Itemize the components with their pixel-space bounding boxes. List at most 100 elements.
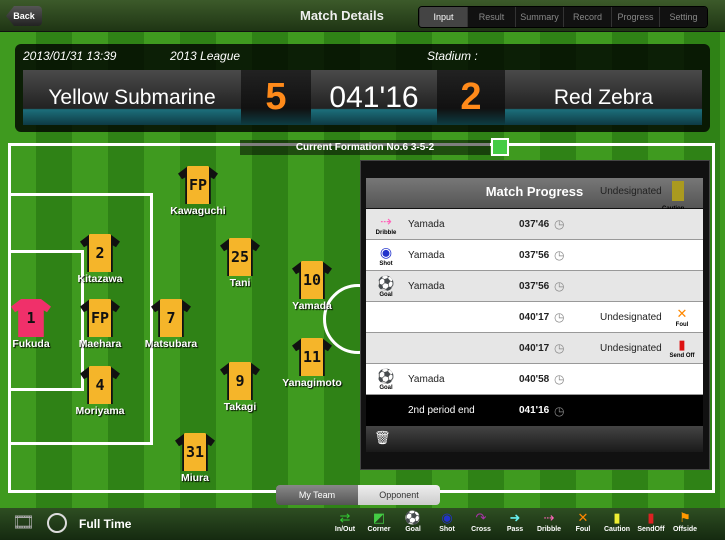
- action-foul[interactable]: ✕ Foul: [568, 510, 598, 533]
- my-team-button[interactable]: My Team: [276, 485, 358, 505]
- action-label: Foul: [575, 526, 591, 533]
- jersey-icon: FP: [178, 166, 218, 204]
- action-toolbar: 🎞 Full Time ⇄ In/Out ◩ Corner ⚽ Goal ◉ Shot ↷ Cro…: [0, 508, 725, 540]
- send-off-icon: ▮ Send Off: [666, 337, 698, 359]
- jersey-icon: 31: [175, 433, 215, 471]
- event-label: Goal: [379, 291, 393, 298]
- shot-icon: ◉ Shot: [374, 244, 398, 267]
- action-label: Cross: [471, 526, 491, 533]
- tab-record[interactable]: Record: [563, 7, 611, 27]
- clock-icon[interactable]: [47, 513, 67, 533]
- player-name: Miura: [180, 472, 209, 484]
- match-clock: 041'16: [311, 70, 437, 125]
- jersey-icon: 1: [11, 299, 51, 337]
- match-progress-panel: Match Progress Undesignated Caution ⇢Dri…: [360, 160, 710, 470]
- shot-icon: ◉: [441, 510, 453, 525]
- player-yanagimoto[interactable]: 11 Yanagimoto: [272, 338, 352, 389]
- event-label: Dribble: [375, 229, 397, 236]
- player-kitazawa[interactable]: 2 Kitazawa: [60, 234, 140, 285]
- away-team: Red Zebra: [505, 70, 702, 125]
- caution-icon: ▮: [613, 510, 621, 525]
- clock-icon[interactable]: ◷: [554, 279, 564, 293]
- team-toggle: My Team Opponent: [276, 485, 440, 505]
- progress-list[interactable]: ⇢ Dribble Yamada 037'46 ◷ ◉ Shot Yamada 037'56 ◷ ⚽…: [366, 209, 703, 426]
- action-offside[interactable]: ⚑ Offside: [670, 510, 700, 533]
- clock-icon[interactable]: ◷: [554, 404, 564, 418]
- action-shot[interactable]: ◉ Shot: [432, 510, 462, 533]
- progress-row[interactable]: ⇢ Dribble Yamada 037'46 ◷: [366, 209, 703, 240]
- player-tani[interactable]: 25 Tani: [200, 238, 280, 289]
- action-label: In/Out: [334, 526, 356, 533]
- action-pass[interactable]: ➜ Pass: [500, 510, 530, 533]
- player-name: Yamada: [408, 373, 445, 385]
- clock-icon[interactable]: ◷: [554, 217, 564, 231]
- tab-setting[interactable]: Setting: [659, 7, 707, 27]
- goal-icon: ⚽ Goal: [374, 368, 398, 391]
- player-maehara[interactable]: FP Maehara: [60, 299, 140, 350]
- nav-bar: Back Match Details Input Result Summary …: [0, 0, 725, 32]
- in-out-icon: ⇄: [339, 510, 351, 525]
- opponent-button[interactable]: Opponent: [358, 485, 440, 505]
- action-goal[interactable]: ⚽ Goal: [398, 510, 428, 533]
- event-time: 040'17: [519, 342, 550, 354]
- action-dribble[interactable]: ⇢ Dribble: [534, 510, 564, 533]
- clock-icon[interactable]: ◷: [554, 310, 564, 324]
- action-caution[interactable]: ▮ Caution: [602, 510, 632, 533]
- action-cross[interactable]: ↷ Cross: [466, 510, 496, 533]
- clock-icon[interactable]: ◷: [554, 372, 564, 386]
- progress-row[interactable]: 040'17 ◷ Undesignated ▮ Send Off: [366, 333, 703, 364]
- period-end-row[interactable]: 2nd period end 041'16 ◷: [366, 395, 703, 426]
- player-name: Tani: [229, 277, 251, 289]
- event-time: 040'58: [519, 373, 550, 385]
- formation-button[interactable]: [491, 138, 509, 156]
- bottom-edge: [0, 540, 725, 546]
- trash-button[interactable]: 🗑: [366, 426, 703, 452]
- trash-icon: 🗑: [374, 430, 391, 445]
- player-yamada[interactable]: 10 Yamada: [272, 261, 352, 312]
- action-label: Corner: [367, 526, 391, 533]
- stadium-label: Stadium :: [427, 49, 478, 63]
- player-kawaguchi[interactable]: FP Kawaguchi: [158, 166, 238, 217]
- player-name: Yamada: [408, 218, 445, 230]
- tab-summary[interactable]: Summary: [515, 7, 563, 27]
- jersey-icon: 11: [292, 338, 332, 376]
- action-in-out[interactable]: ⇄ In/Out: [330, 510, 360, 533]
- player-moriyama[interactable]: 4 Moriyama: [60, 366, 140, 417]
- action-sendoff[interactable]: ▮ SendOff: [636, 510, 666, 533]
- action-corner[interactable]: ◩ Corner: [364, 510, 394, 533]
- player-name: Moriyama: [75, 405, 125, 417]
- pass-icon: ➜: [509, 510, 521, 525]
- progress-row[interactable]: ◉ Shot Yamada 037'56 ◷: [366, 240, 703, 271]
- action-label: Goal: [405, 526, 421, 533]
- jersey-icon: 10: [292, 261, 332, 299]
- jersey-icon: 9: [220, 362, 260, 400]
- player-miura[interactable]: 31 Miura: [155, 433, 235, 484]
- tab-bar: Input Result Summary Record Progress Set…: [418, 6, 708, 28]
- away-score: 2: [437, 70, 505, 125]
- match-status: Full Time: [79, 517, 132, 531]
- player-matsubara[interactable]: 7 Matsubara: [131, 299, 211, 350]
- progress-row[interactable]: ⚽ Goal Yamada 037'56 ◷: [366, 271, 703, 302]
- event-time: 040'17: [519, 311, 550, 323]
- dribble-icon: ⇢ Dribble: [375, 212, 397, 236]
- tab-progress[interactable]: Progress: [611, 7, 659, 27]
- jersey-icon: 25: [220, 238, 260, 276]
- tab-result[interactable]: Result: [467, 7, 515, 27]
- goal-icon: ⚽: [404, 510, 422, 525]
- jersey-icon: 7: [151, 299, 191, 337]
- event-time: 037'46: [519, 218, 550, 230]
- clock-icon[interactable]: ◷: [554, 248, 564, 262]
- film-icon[interactable]: 🎞: [12, 512, 35, 533]
- action-label: Offside: [672, 526, 698, 533]
- jersey-icon: FP: [80, 299, 120, 337]
- action-label: SendOff: [637, 526, 665, 533]
- clock-icon[interactable]: ◷: [554, 341, 564, 355]
- progress-row[interactable]: 040'17 ◷ Undesignated ✕ Foul: [366, 302, 703, 333]
- match-progress-title: Match Progress: [485, 184, 584, 199]
- back-button[interactable]: Back: [6, 6, 42, 26]
- progress-row[interactable]: ⚽ Goal Yamada 040'58 ◷: [366, 364, 703, 395]
- event-time: 037'56: [519, 249, 550, 261]
- player-takagi[interactable]: 9 Takagi: [200, 362, 280, 413]
- tab-input[interactable]: Input: [419, 7, 467, 27]
- corner-icon: ◩: [372, 510, 386, 525]
